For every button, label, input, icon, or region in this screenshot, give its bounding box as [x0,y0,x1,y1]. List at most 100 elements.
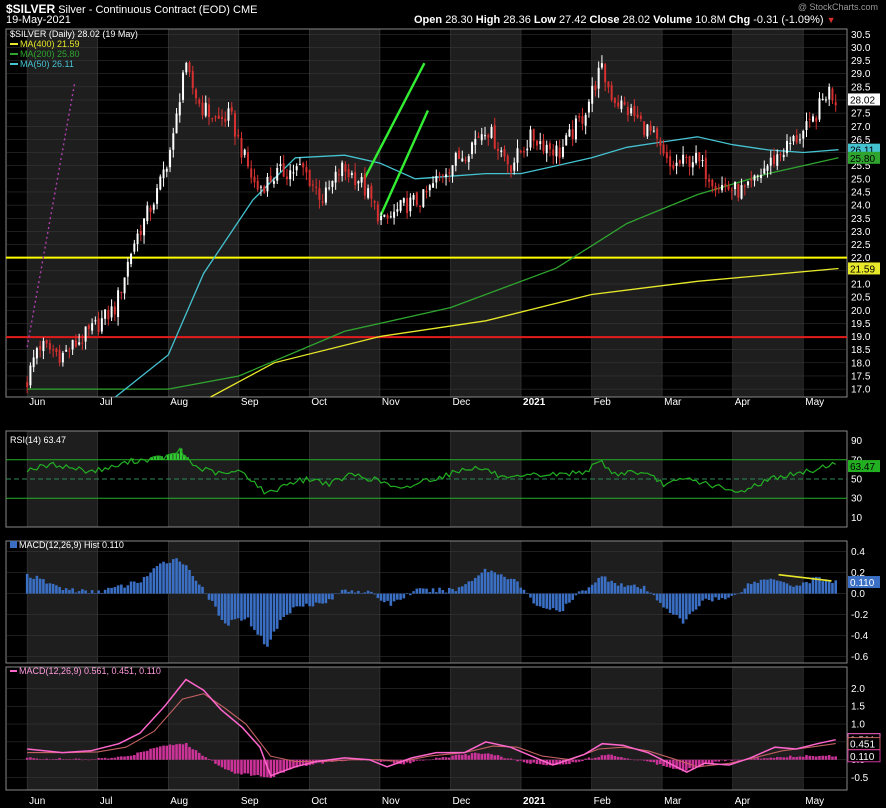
macd-hist2-bar [97,757,100,760]
candle-body [724,183,727,187]
price-tick-label: 24.0 [851,201,871,212]
macd-hist-bar [133,581,136,594]
macd-hist-bar [292,593,295,608]
candle-body [373,201,376,203]
macd-hist-bar [357,590,360,594]
price-tick-label: 21.0 [851,279,871,290]
macd-hist-bar [68,589,71,594]
macd-hist-tick-label: 0.4 [851,547,865,558]
macd-hist-bar [792,586,795,594]
candle-body [204,102,207,116]
candle-body [438,174,441,176]
macd-hist2-bar [217,759,221,766]
candle-body [620,100,623,110]
macd-hist2-bar [636,759,639,761]
candle-body [743,185,746,187]
candle-body [795,135,798,143]
price-tick-label: 20.0 [851,306,871,317]
macd-hist2-bar [457,754,461,760]
macd-hist-bar [139,582,143,594]
month-stripe [27,541,98,663]
candle-body [555,145,558,157]
macd-hist-bar [785,583,789,594]
macd-hist-bar [210,593,214,601]
candle-body [445,174,448,178]
candle-body [302,163,305,168]
macd-hist2-bar [207,758,211,760]
macd-panel-title: MACD(12,26,9) 0.561, 0.451, 0.110 [19,666,161,676]
macd-hist2-bar [152,748,156,760]
candle-body [412,195,415,200]
macd-hist2-bar [649,759,652,762]
macd-hist-bar [717,593,721,600]
macd-hist-bar [301,593,305,607]
candle-body [493,125,496,149]
macd-hist-bar [204,593,208,594]
macd-hist-bar [548,593,552,610]
macd-hist2-bar [733,759,737,761]
candle-body [448,172,451,174]
macd-hist2-bar [233,759,237,774]
candle-body [311,184,314,186]
candle-body [178,102,181,116]
month-stripe [27,667,98,790]
macd-hist2-bar [447,757,451,760]
macd-hist-bar [603,576,607,594]
candle-body [347,169,350,178]
macd-hist-bar [392,593,396,602]
macd-hist-bar [545,593,549,609]
price-flag-label: 21.59 [850,264,875,275]
macd-hist2-bar [454,754,458,760]
macd-hist2-bar [146,750,149,760]
macd-hist2-bar [175,744,178,760]
candle-body [276,168,279,181]
candle-body [308,169,311,187]
macd-hist-bar [116,585,120,594]
macd-hist-bar [597,577,600,594]
candle-body [318,188,321,200]
macd-hist-bar [236,593,240,619]
candle-body [760,174,763,178]
macd-hist2-bar [818,755,821,760]
macd-hist2-bar [584,758,587,760]
candle-body [639,115,642,119]
macd-hist2-bar [736,759,740,761]
macd-hist-bar [103,589,107,594]
candle-body [289,170,292,180]
macd-hist-bar [477,575,480,594]
macd-hist-bar [782,582,786,594]
macd-hist-bar [516,581,519,594]
macd-hist-bar [756,582,760,594]
macd-hist2-bar [811,756,815,760]
macd-hist-bar [688,593,691,615]
macd-hist-bar [171,559,175,594]
candle-body [695,152,698,163]
candle-body [773,155,776,165]
candle-body [133,243,136,252]
candle-body [110,306,113,318]
macd-hist-bar [675,593,678,615]
candle-body [386,215,389,219]
macd-hist-bar [564,593,568,604]
macd-hist-bar [808,583,812,594]
candle-body [480,134,483,141]
macd-hist-bar [418,588,422,594]
panel-border [5,666,848,791]
macd-hist2-bar [724,759,727,762]
candle-body [45,339,48,344]
candle-body [487,134,490,138]
candle-body [143,218,146,236]
candle-body [561,146,564,157]
macd-hist-bar [64,588,68,594]
macd-hist2-bar [759,758,763,760]
macd-hist-bar [590,584,594,594]
rsi-tick-label: 90 [851,436,863,447]
macd-hist-bar [197,584,201,594]
macd-hist2-bar [633,759,636,761]
candle-body [461,158,464,162]
candle-body [474,138,477,145]
macd-hist-bar [249,593,253,627]
macd-hist-bar [753,581,756,594]
macd-hist2-bar [714,759,717,762]
macd-hist-bar [175,558,178,594]
